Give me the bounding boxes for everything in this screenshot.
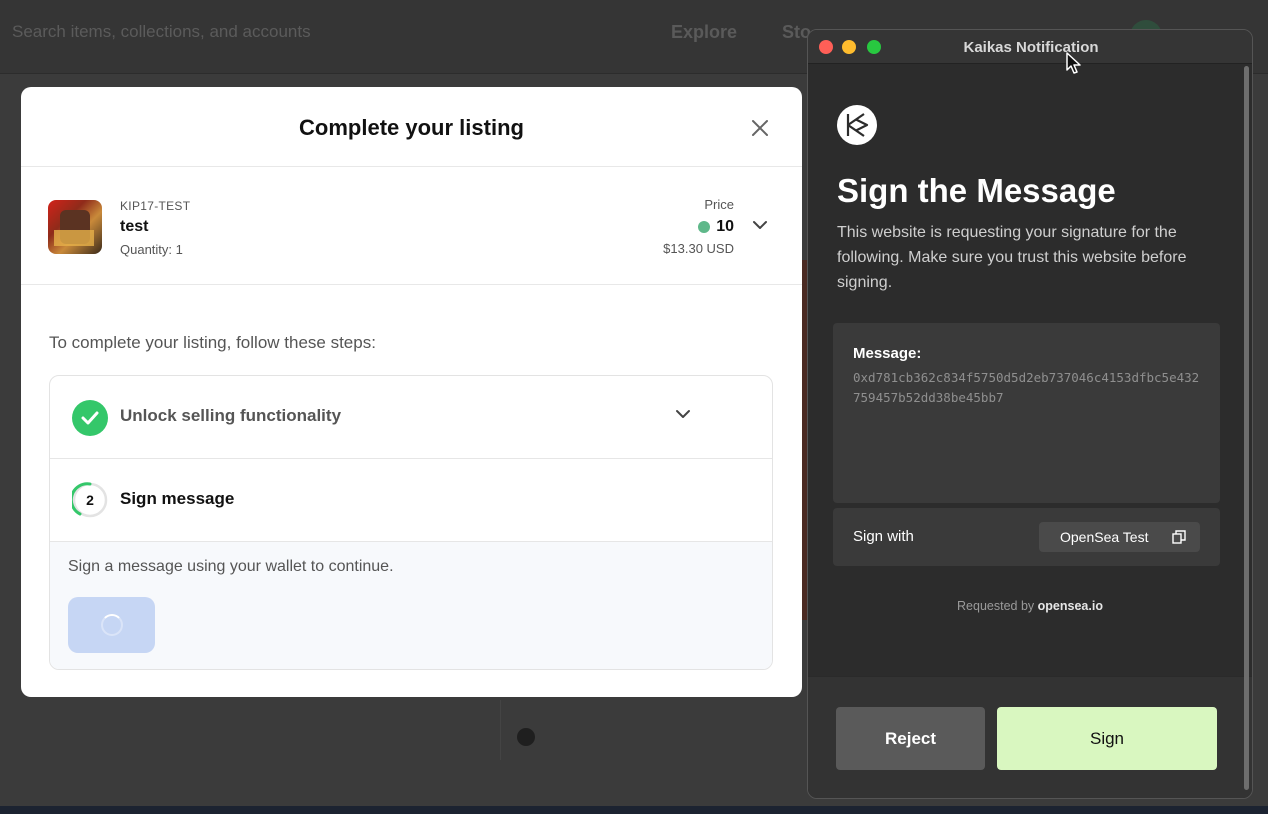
price-chevron-down-icon[interactable]: [751, 219, 769, 231]
account-selector[interactable]: OpenSea Test: [1039, 522, 1200, 552]
sign-with-row: Sign with OpenSea Test: [833, 508, 1220, 566]
spinner-icon: [101, 614, 123, 636]
step-hint: Sign a message using your wallet to cont…: [68, 558, 394, 575]
steps-intro: To complete your listing, follow these s…: [49, 333, 376, 352]
background-footer: [0, 806, 1268, 814]
message-value: 0xd781cb362c834f5750d5d2eb737046c4153dfb…: [853, 370, 1200, 405]
step-unlock-selling[interactable]: Unlock selling functionality: [50, 376, 772, 459]
account-name: OpenSea Test: [1060, 529, 1149, 545]
kaikas-logo-icon: [837, 105, 877, 145]
item-collection: KIP17-TEST: [120, 199, 191, 213]
scrollbar[interactable]: [1244, 66, 1249, 790]
close-icon[interactable]: [749, 117, 771, 139]
step-number: 2: [86, 492, 94, 508]
loading-button[interactable]: [68, 597, 155, 653]
sign-description: This website is requesting your signatur…: [837, 224, 1187, 291]
listing-modal: Complete your listing KIP17-TEST test Qu…: [21, 87, 802, 697]
modal-title: Complete your listing: [299, 115, 524, 140]
reject-button[interactable]: Reject: [836, 707, 985, 770]
steps-list: Unlock selling functionality 2 Sign mess…: [49, 375, 773, 670]
window-titlebar[interactable]: Kaikas Notification: [808, 30, 1252, 74]
step-sign-message-body: Sign a message using your wallet to cont…: [50, 542, 772, 669]
item-name: test: [120, 218, 149, 235]
background-nav-explore: Explore: [671, 22, 738, 42]
requested-by-domain: opensea.io: [1037, 599, 1103, 613]
price-usd: $13.30 USD: [663, 241, 734, 256]
modal-header: Complete your listing: [21, 87, 802, 167]
mouse-cursor-icon: [1066, 52, 1081, 74]
nft-thumbnail: [48, 200, 102, 254]
step-label: Unlock selling functionality: [120, 406, 342, 425]
requested-by-prefix: Requested by: [957, 599, 1035, 613]
background-search-input: Search items, collections, and accounts: [12, 22, 311, 41]
price-label: Price: [704, 197, 734, 212]
background-divider: [500, 700, 501, 760]
check-icon: [72, 400, 108, 436]
kaikas-notification-window: Kaikas Notification Sign the Message Thi…: [807, 29, 1253, 799]
message-box: Message: 0xd781cb362c834f5750d5d2eb73704…: [833, 323, 1220, 503]
sign-with-label: Sign with: [853, 528, 914, 545]
price-amount: 10: [716, 218, 734, 235]
background-icon: [517, 728, 535, 746]
chevron-down-icon[interactable]: [674, 408, 692, 420]
item-quantity: Quantity: 1: [120, 242, 183, 257]
action-footer: Reject Sign: [808, 676, 1252, 798]
requested-by: Requested by opensea.io: [808, 599, 1252, 613]
sign-button[interactable]: Sign: [997, 707, 1217, 770]
message-label: Message:: [853, 345, 922, 362]
step-sign-message: 2 Sign message: [50, 459, 772, 542]
price-value: 10: [698, 218, 734, 236]
step-label: Sign message: [120, 489, 235, 508]
klay-token-icon: [698, 221, 711, 233]
listing-item-row: KIP17-TEST test Quantity: 1 Price 10 $13…: [21, 167, 802, 285]
copy-icon[interactable]: [1172, 530, 1186, 544]
window-title: Kaikas Notification: [963, 39, 1099, 56]
sign-heading: Sign the Message: [837, 172, 1116, 209]
